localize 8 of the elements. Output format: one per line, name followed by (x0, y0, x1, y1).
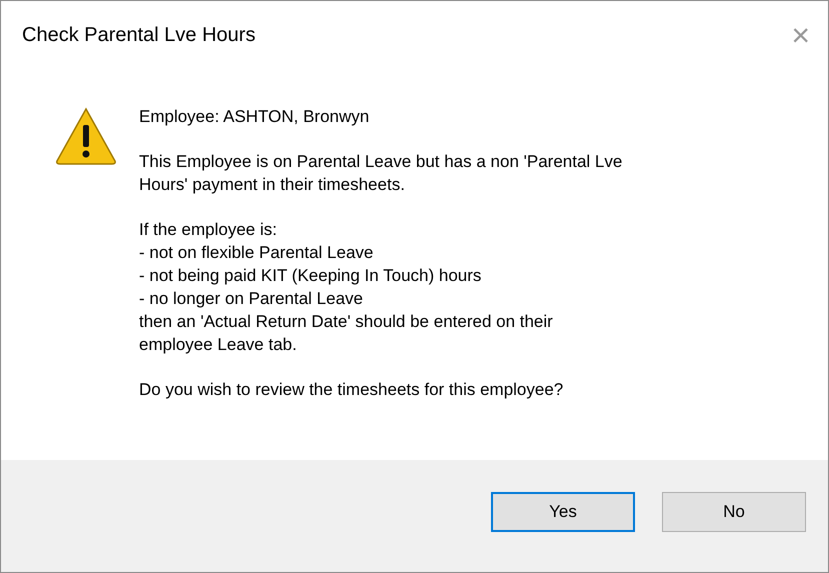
message-text: This Employee is on Parental Leave but has a non 'Parental Lve Hours' payment in their timesheets. (139, 151, 622, 196)
message-text: If the employee is: - not on flexible Parental Leave - not being paid KIT (Keeping In Touch) hours - no longer on Parental Leave then an 'Actual Return Date' should be entered on their employee Leave tab. (139, 219, 554, 356)
message-text: Do you wish to review the timesheets for this employee? (139, 379, 564, 401)
warning-icon (55, 107, 117, 165)
no-button[interactable]: No (662, 492, 806, 532)
window-title: Check Parental Lve Hours (22, 24, 256, 46)
yes-button[interactable]: Yes (491, 492, 635, 532)
message-text: Employee: ASHTON, Bronwyn (139, 106, 370, 128)
